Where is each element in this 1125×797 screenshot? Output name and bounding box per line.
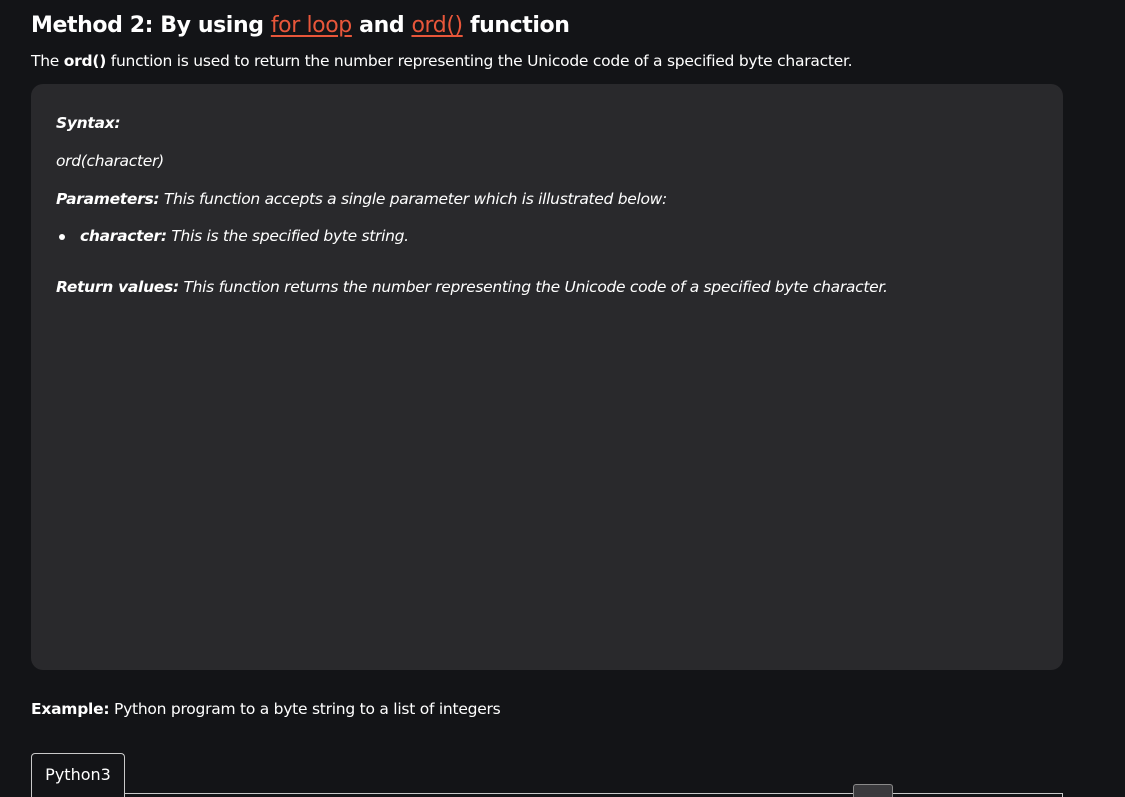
- return-text: This function returns the number represe…: [178, 278, 888, 296]
- syntax-box: Syntax: ord(character) Parameters: This …: [31, 84, 1063, 670]
- syntax-label: Syntax:: [56, 114, 121, 132]
- code-block-border: [123, 793, 1063, 794]
- parameters-text: This function accepts a single parameter…: [159, 190, 667, 208]
- syntax-label-line: Syntax:: [56, 112, 121, 134]
- tab-python3[interactable]: Python3: [31, 753, 125, 797]
- bullet-icon: [59, 234, 65, 240]
- return-values-line: Return values: This function returns the…: [56, 276, 888, 298]
- parameters-label: Parameters:: [56, 190, 160, 208]
- ord-function-link[interactable]: ord(): [411, 13, 463, 38]
- article-page: Method 2: By using for loop and ord() fu…: [0, 0, 1125, 797]
- example-text: Python program to a byte string to a lis…: [109, 700, 501, 718]
- intro-code: ord(): [63, 52, 107, 70]
- param-name: character:: [80, 227, 167, 245]
- param-desc: This is the specified byte string.: [166, 227, 409, 245]
- syntax-code: ord(character): [56, 152, 164, 170]
- heading-suffix: function: [462, 13, 570, 38]
- section-heading: Method 2: By using for loop and ord() fu…: [31, 10, 570, 42]
- return-label: Return values:: [56, 278, 179, 296]
- code-block-edge: [1062, 793, 1063, 797]
- heading-middle: and: [351, 13, 412, 38]
- intro-before: The: [31, 52, 64, 70]
- heading-prefix: Method 2: By using: [31, 13, 271, 38]
- example-label: Example:: [31, 700, 110, 718]
- parameter-list-item: character: This is the specified byte st…: [80, 225, 409, 247]
- intro-paragraph: The ord() function is used to return the…: [31, 50, 853, 72]
- example-paragraph: Example: Python program to a byte string…: [31, 698, 501, 720]
- code-toolbar-handle[interactable]: [853, 784, 893, 797]
- intro-after: function is used to return the number re…: [106, 52, 853, 70]
- parameters-line: Parameters: This function accepts a sing…: [56, 188, 667, 210]
- for-loop-link[interactable]: for loop: [271, 13, 352, 38]
